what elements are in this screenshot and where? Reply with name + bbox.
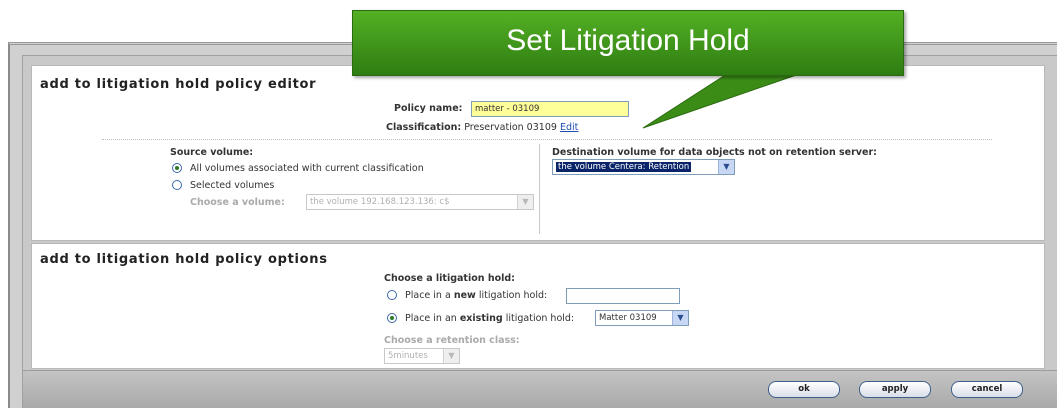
- existing-hold-prefix: Place in an: [405, 313, 457, 324]
- new-hold-bold: new: [453, 290, 476, 301]
- radio-selected-volumes-label: Selected volumes: [190, 180, 275, 191]
- editor-title: add to litigation hold policy editor: [40, 77, 317, 92]
- policy-name-input[interactable]: matter - 03109: [471, 101, 629, 117]
- retention-class-value: 5minutes: [388, 351, 428, 361]
- options-title: add to litigation hold policy options: [40, 252, 328, 267]
- apply-button[interactable]: apply: [859, 381, 931, 398]
- button-bar: ok apply cancel: [23, 370, 1057, 408]
- edit-classification-link[interactable]: Edit: [560, 122, 578, 133]
- new-hold-prefix: Place in a: [405, 290, 451, 301]
- classification-label: Classification:: [386, 122, 462, 133]
- choose-hold-label: Choose a litigation hold:: [384, 273, 515, 284]
- radio-existing-hold-label: Place in an existing litigation hold:: [405, 313, 574, 324]
- existing-hold-suffix: litigation hold:: [505, 313, 575, 324]
- retention-class-select[interactable]: 5minutes ▼: [384, 348, 460, 364]
- radio-new-hold[interactable]: [387, 290, 397, 300]
- section-divider: [102, 139, 992, 140]
- radio-new-hold-label: Place in a new litigation hold:: [405, 290, 547, 301]
- existing-hold-bold: existing: [459, 313, 503, 324]
- choose-volume-value: the volume 192.168.123.136: c$: [310, 197, 450, 207]
- radio-selected-volumes[interactable]: [172, 180, 182, 190]
- choose-volume-label: Choose a volume:: [190, 197, 285, 208]
- chevron-down-icon: ▼: [672, 311, 688, 325]
- callout-title: Set Litigation Hold: [506, 24, 750, 57]
- window-body: add to litigation hold policy editor Pol…: [22, 55, 1057, 408]
- ok-button[interactable]: ok: [768, 381, 840, 398]
- chevron-down-icon: ▼: [517, 195, 533, 209]
- policy-editor-panel: add to litigation hold policy editor Pol…: [31, 65, 1045, 241]
- policy-window: add to litigation hold policy editor Pol…: [8, 42, 1057, 408]
- classification-value: Preservation 03109: [464, 122, 557, 133]
- chevron-down-icon: ▼: [443, 349, 459, 363]
- destination-volume-select[interactable]: the volume Centera: Retention ▼: [552, 159, 735, 175]
- destination-volume-value: the volume Centera: Retention: [556, 162, 692, 172]
- chevron-down-icon: ▼: [718, 160, 734, 174]
- classification-line: Classification: Preservation 03109 Edit: [386, 122, 578, 133]
- callout-banner: Set Litigation Hold: [352, 10, 904, 76]
- existing-hold-value: Matter 03109: [599, 313, 657, 323]
- radio-all-volumes-label: All volumes associated with current clas…: [190, 163, 424, 174]
- new-hold-input[interactable]: [566, 288, 680, 304]
- choose-volume-select[interactable]: the volume 192.168.123.136: c$ ▼: [306, 194, 534, 210]
- destination-volume-label: Destination volume for data objects not …: [552, 147, 877, 158]
- radio-all-volumes[interactable]: [172, 163, 182, 173]
- retention-class-label: Choose a retention class:: [384, 335, 520, 346]
- policy-name-label: Policy name:: [394, 103, 463, 114]
- new-hold-suffix: litigation hold:: [478, 290, 548, 301]
- source-volume-label: Source volume:: [170, 147, 254, 158]
- policy-options-panel: add to litigation hold policy options Ch…: [31, 243, 1045, 369]
- radio-existing-hold[interactable]: [387, 313, 397, 323]
- column-divider: [539, 144, 540, 234]
- cancel-button[interactable]: cancel: [951, 381, 1023, 398]
- existing-hold-select[interactable]: Matter 03109 ▼: [595, 310, 689, 326]
